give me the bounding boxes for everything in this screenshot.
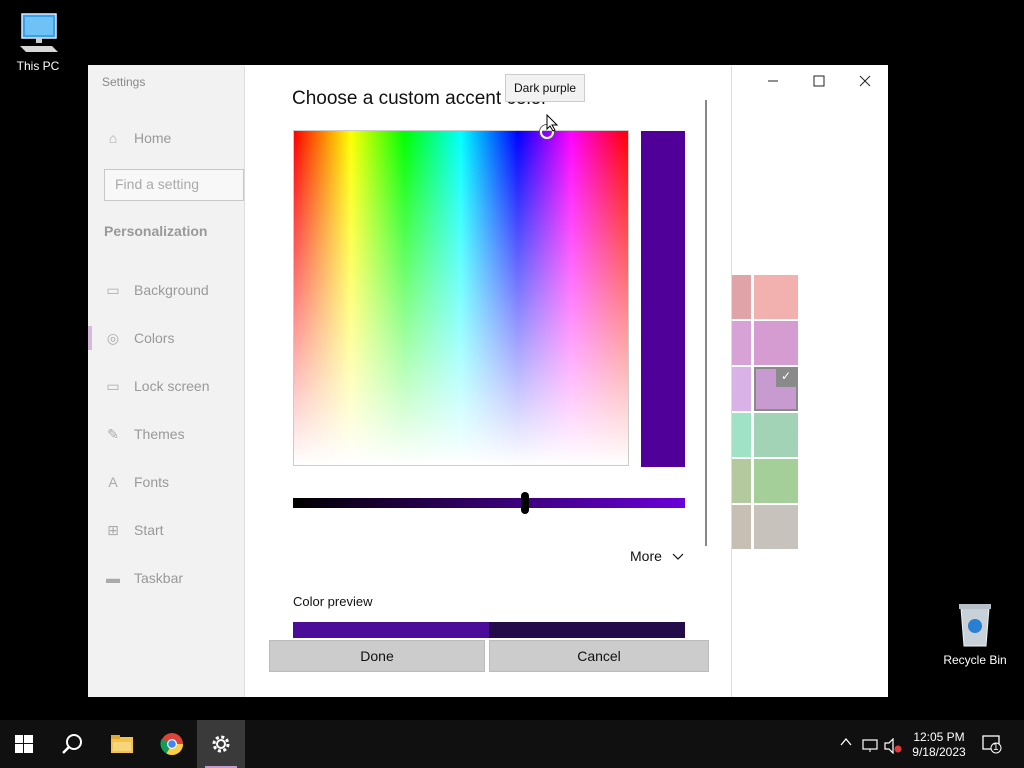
brush-icon: ✎ [107,425,119,442]
more-options-button[interactable]: More [630,548,684,564]
recycle-bin-label: Recycle Bin [943,653,1007,667]
sidebar-item-label: Taskbar [134,570,184,586]
color-spectrum[interactable] [293,130,629,466]
dialog-scrollbar[interactable] [705,100,707,546]
color-swatch[interactable] [732,367,751,411]
notification-center-button[interactable]: 1 [982,734,1002,757]
minimize-icon [768,80,778,82]
color-swatch[interactable] [754,275,798,319]
font-icon: A [108,474,118,490]
color-swatch[interactable] [754,459,798,503]
sidebar-item-lock-screen[interactable]: ▭ Lock screen [88,366,244,406]
clock-date: 9/18/2023 [912,745,966,759]
maximize-icon [813,75,825,87]
dialog-button-bar: Done Cancel [245,638,731,697]
taskbar: 12:05 PM 9/18/2023 1 [0,720,1024,768]
this-pc-desktop-icon[interactable]: This PC [0,10,76,73]
show-hidden-icons-button[interactable] [840,736,852,750]
gear-icon [212,735,230,753]
start-button[interactable] [0,720,48,768]
sidebar-item-label: Home [134,130,172,146]
mouse-cursor-icon [546,114,558,132]
sidebar-item-label: Start [134,522,164,538]
color-swatch[interactable] [732,459,751,503]
done-button[interactable]: Done [269,640,485,672]
settings-sidebar: Settings ⌂ Home Find a setting Personali… [88,65,244,697]
windows-logo-icon [15,735,33,753]
settings-taskbar-button[interactable] [197,720,245,768]
color-swatch[interactable] [732,505,751,549]
sidebar-item-taskbar[interactable]: ▬ Taskbar [88,558,244,598]
volume-muted-icon[interactable] [884,737,902,757]
app-title: Settings [102,75,146,89]
notification-count: 1 [993,742,999,753]
chrome-icon [160,733,183,755]
checkmark-icon: ✓ [776,369,796,387]
maximize-button[interactable] [796,65,842,97]
close-button[interactable] [842,65,888,97]
start-icon: ⊞ [107,521,119,538]
network-icon[interactable] [862,739,878,756]
color-swatch[interactable] [754,505,798,549]
notification-icon [982,735,1002,754]
chevron-down-icon [672,553,684,560]
sidebar-item-label: Lock screen [134,378,210,394]
cancel-button[interactable]: Cancel [489,640,709,672]
lock-screen-icon: ▭ [106,377,120,394]
brightness-slider[interactable] [293,498,685,508]
search-icon [62,734,82,754]
taskbar-clock[interactable]: 12:05 PM 9/18/2023 [905,730,973,760]
color-swatch[interactable] [732,413,751,457]
chrome-button[interactable] [148,720,196,768]
image-icon: ▭ [106,281,120,298]
sidebar-item-start[interactable]: ⊞ Start [88,510,244,550]
sidebar-item-label: Fonts [134,474,170,490]
recycle-bin-desktop-icon[interactable]: Recycle Bin [937,600,1013,667]
color-swatch[interactable] [754,413,798,457]
sidebar-item-home[interactable]: ⌂ Home [88,118,244,158]
computer-icon [20,13,58,52]
brightness-slider-thumb[interactable] [521,492,529,514]
more-label: More [630,548,662,564]
custom-accent-color-dialog: Choose a custom accent color More Color … [244,66,732,697]
color-swatch-selected[interactable]: ✓ [754,367,798,411]
sidebar-item-fonts[interactable]: A Fonts [88,462,244,502]
sidebar-item-label: Background [134,282,209,298]
color-preview-label: Color preview [293,594,373,609]
sidebar-item-colors[interactable]: ◎ Colors [88,318,244,358]
recycle-bin-icon [959,604,991,647]
section-heading: Personalization [104,223,208,239]
sidebar-item-background[interactable]: ▭ Background [88,270,244,310]
sidebar-item-label: Themes [134,426,185,442]
color-swatch[interactable] [754,321,798,365]
selected-color-preview [641,131,685,467]
clock-time: 12:05 PM [913,730,965,744]
folder-icon [111,735,133,753]
this-pc-label: This PC [16,59,60,73]
search-input[interactable]: Find a setting [104,169,244,201]
file-explorer-button[interactable] [98,720,146,768]
home-icon: ⌂ [108,130,118,146]
close-icon [859,75,871,87]
sidebar-item-themes[interactable]: ✎ Themes [88,414,244,454]
minimize-button[interactable] [750,65,796,97]
color-swatch[interactable] [732,321,751,365]
palette-icon: ◎ [106,329,120,346]
sidebar-item-label: Colors [134,330,175,346]
color-swatch[interactable] [732,275,751,319]
color-name-tooltip: Dark purple [505,74,586,102]
search-button[interactable] [48,720,96,768]
chevron-up-icon [840,737,852,746]
taskbar-icon: ▬ [106,570,120,586]
